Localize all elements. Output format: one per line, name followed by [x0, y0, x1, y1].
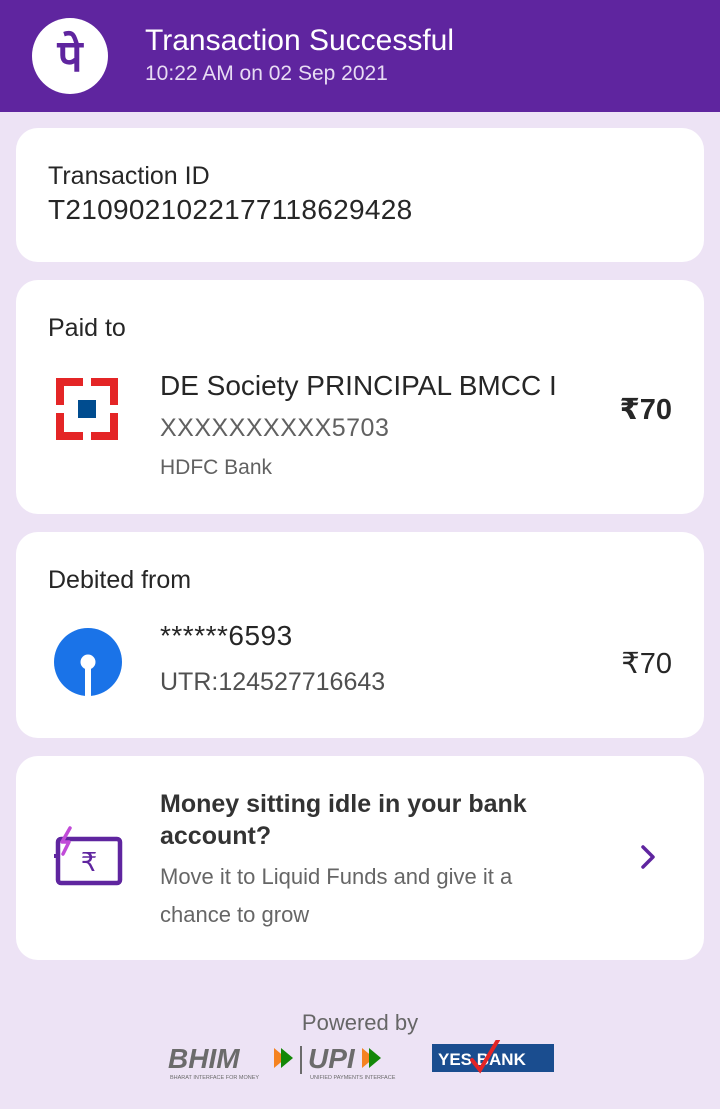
payee-bank-name: HDFC Bank [160, 456, 273, 479]
bhim-tagline: BHARAT INTERFACE FOR MONEY [170, 1075, 259, 1081]
page-title: Transaction Successful [145, 24, 455, 57]
debited-from-label: Debited from [48, 566, 192, 594]
liquid-funds-promo-card[interactable]: ₹ Money sitting idle in your bank accoun… [16, 756, 704, 960]
debit-account-number: ******6593 [160, 620, 293, 651]
debited-from-card[interactable]: Debited from ******6593 UTR:124527716643… [16, 532, 704, 738]
header: पे Transaction Successful 10:22 AM on 02… [0, 0, 720, 112]
transaction-timestamp: 10:22 AM on 02 Sep 2021 [145, 62, 388, 85]
phonepe-logo-icon: पे [32, 18, 108, 94]
hdfc-bank-icon [56, 378, 118, 445]
transaction-id-label: Transaction ID [48, 162, 210, 190]
paid-to-label: Paid to [48, 314, 126, 342]
paid-amount: ₹70 [619, 394, 672, 426]
bhim-upi-logo: BHIM UPI BHARAT INTERFACE FOR MONEY UNIF… [166, 1040, 416, 1087]
svg-text:पे: पे [57, 30, 85, 82]
debited-amount: ₹70 [621, 648, 672, 680]
upi-wordmark: UPI [308, 1043, 356, 1074]
utr-number[interactable]: UTR:124527716643 [160, 668, 385, 697]
paid-to-card[interactable]: Paid to DE Society PRINCIPAL BMCC I XXXX… [16, 280, 704, 514]
chevron-right-icon[interactable] [640, 844, 656, 875]
powered-by-label: Powered by [301, 1010, 419, 1035]
transaction-id-value[interactable]: T2109021022177118629428 [48, 194, 413, 226]
bhim-wordmark: BHIM [168, 1043, 240, 1074]
promo-description: Move it to Liquid Funds and give it a ch… [160, 864, 513, 927]
yes-bank-logo: YES BANK [432, 1038, 556, 1081]
payee-account-number: XXXXXXXXXX5703 [160, 414, 390, 442]
payee-name: DE Society PRINCIPAL BMCC I [160, 370, 557, 401]
promo-title: Money sitting idle in your bank account? [160, 790, 527, 850]
wallet-rupee-icon: ₹ [52, 826, 124, 893]
transaction-id-card: Transaction ID T2109021022177118629428 [16, 128, 704, 262]
sbi-bank-icon [54, 628, 122, 701]
svg-text:₹: ₹ [81, 848, 98, 878]
upi-tagline: UNIFIED PAYMENTS INTERFACE [310, 1075, 396, 1081]
